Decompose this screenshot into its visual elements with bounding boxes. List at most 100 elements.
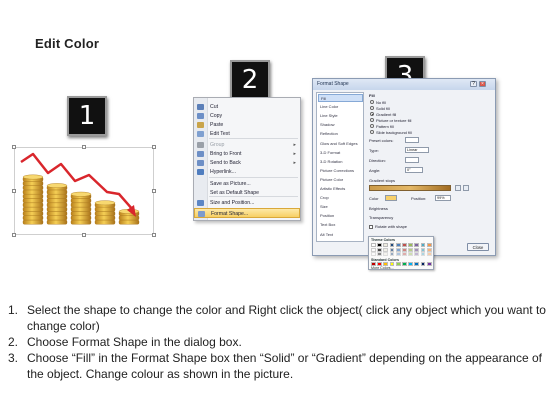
theme-color-swatch[interactable] [408,243,413,247]
menu-item-size-and-position[interactable]: Size and Position... [194,198,300,208]
theme-color-swatch[interactable] [383,252,389,257]
preset-colors-dropdown[interactable] [405,137,419,143]
theme-color-swatch[interactable] [426,252,432,257]
close-icon[interactable]: × [479,81,486,87]
menu-separator [209,138,298,139]
selection-handle[interactable] [152,145,156,149]
coin-top [94,200,116,206]
menu-separator [209,196,298,197]
instruction-item: 1. Select the shape to change the color … [8,302,553,334]
coin [70,202,92,208]
theme-color-swatch[interactable] [420,247,426,252]
fill-settings: Fill No fill Solid fill Gradient fill Pictu… [367,92,493,242]
category-fill[interactable]: Fill [318,94,363,103]
close-button[interactable]: Close [467,243,489,251]
instructions-list: 1. Select the shape to change the color … [8,302,553,382]
add-stop-button[interactable] [455,185,461,191]
fill-radio-slide-background-fill[interactable] [370,130,374,134]
format-shape-icon [198,211,205,217]
rotate-checkbox[interactable] [369,225,373,229]
category-artistic-effects[interactable]: Artistic Effects [318,185,363,193]
theme-color-swatch[interactable] [395,247,401,252]
position-input[interactable]: 99% [435,195,451,201]
theme-color-swatch[interactable] [402,243,407,247]
direction-dropdown[interactable] [405,157,419,163]
menu-item-label: Group [210,142,225,148]
category-text-box[interactable]: Text Box [318,221,363,229]
standard-color-swatch[interactable] [408,262,413,266]
standard-color-swatch[interactable] [420,262,426,266]
theme-color-swatch[interactable] [395,252,401,257]
theme-color-swatch[interactable] [389,247,395,252]
fill-radio-picture-or-texture-fill[interactable] [370,118,374,122]
category-picture-color[interactable]: Picture Color [318,176,363,184]
more-colors-link[interactable]: More Colors... [371,266,394,270]
fill-radio-no-fill[interactable] [370,100,374,104]
fill-option-label: Solid fill [376,105,390,111]
menu-item-label: Size and Position... [210,200,255,206]
fill-radio-solid-fill[interactable] [370,106,374,110]
coin [46,189,68,195]
theme-color-swatch[interactable] [371,252,376,257]
gradient-stops-bar[interactable] [369,185,451,191]
help-icon[interactable]: ? [470,81,477,87]
coin [22,202,44,208]
category-reflection[interactable]: Reflection [318,130,363,138]
selected-coin-graphic[interactable] [12,145,156,237]
standard-color-swatch[interactable] [414,262,420,266]
theme-color-swatch[interactable] [389,252,395,257]
coin [46,202,68,208]
coin [46,215,68,221]
color-picker-button[interactable] [385,195,397,201]
category-line-style[interactable]: Line Style [318,112,363,120]
category-line-color[interactable]: Line Color [318,103,363,111]
selection-handle[interactable] [152,233,156,237]
type-dropdown[interactable]: Linear [405,147,429,153]
selection-handle[interactable] [12,189,16,193]
angle-input[interactable]: 0° [405,167,423,173]
theme-color-swatch[interactable] [395,243,401,247]
category-shadow[interactable]: Shadow [318,121,363,129]
category-3-d-format[interactable]: 3-D Format [318,149,363,157]
selection-handle[interactable] [82,145,86,149]
selection-handle[interactable] [82,233,86,237]
category-alt-text[interactable]: Alt Text [318,231,363,239]
selection-handle[interactable] [12,233,16,237]
theme-color-swatch[interactable] [408,252,413,257]
theme-color-swatch[interactable] [377,252,382,257]
standard-color-swatch[interactable] [426,262,432,266]
theme-color-swatch[interactable] [383,243,389,247]
theme-color-swatch[interactable] [402,247,407,252]
theme-color-swatch[interactable] [389,243,395,247]
selection-handle[interactable] [12,145,16,149]
menu-item-hyperlink[interactable]: Hyperlink... [194,167,300,177]
theme-color-swatch[interactable] [420,243,426,247]
theme-color-swatch[interactable] [371,247,376,252]
theme-color-swatch[interactable] [402,252,407,257]
theme-color-swatch[interactable] [371,243,376,247]
fill-radio-gradient-fill[interactable] [370,112,374,116]
theme-color-swatch[interactable] [426,247,432,252]
selection-handle[interactable] [152,189,156,193]
theme-color-swatch[interactable] [420,252,426,257]
theme-color-swatch[interactable] [414,247,420,252]
theme-color-swatch[interactable] [414,243,420,247]
theme-color-swatch[interactable] [383,247,389,252]
remove-stop-button[interactable] [463,185,469,191]
section-title: Fill [369,93,375,98]
category-glow-and-soft-edges[interactable]: Glow and Soft Edges [318,140,363,148]
theme-color-swatch[interactable] [408,247,413,252]
theme-color-swatch[interactable] [414,252,420,257]
category-position[interactable]: Position [318,212,363,220]
standard-color-swatch[interactable] [402,262,407,266]
standard-color-swatch[interactable] [395,262,401,266]
theme-color-swatch[interactable] [377,247,382,252]
theme-color-swatch[interactable] [426,243,432,247]
fill-radio-pattern-fill[interactable] [370,124,374,128]
category-crop[interactable]: Crop [318,194,363,202]
menu-item-format-shape[interactable]: Format Shape... [194,208,300,218]
category-size[interactable]: Size [318,203,363,211]
category-3-d-rotation[interactable]: 3-D Rotation [318,158,363,166]
category-picture-corrections[interactable]: Picture Corrections [318,167,363,175]
theme-color-swatch[interactable] [377,243,382,247]
